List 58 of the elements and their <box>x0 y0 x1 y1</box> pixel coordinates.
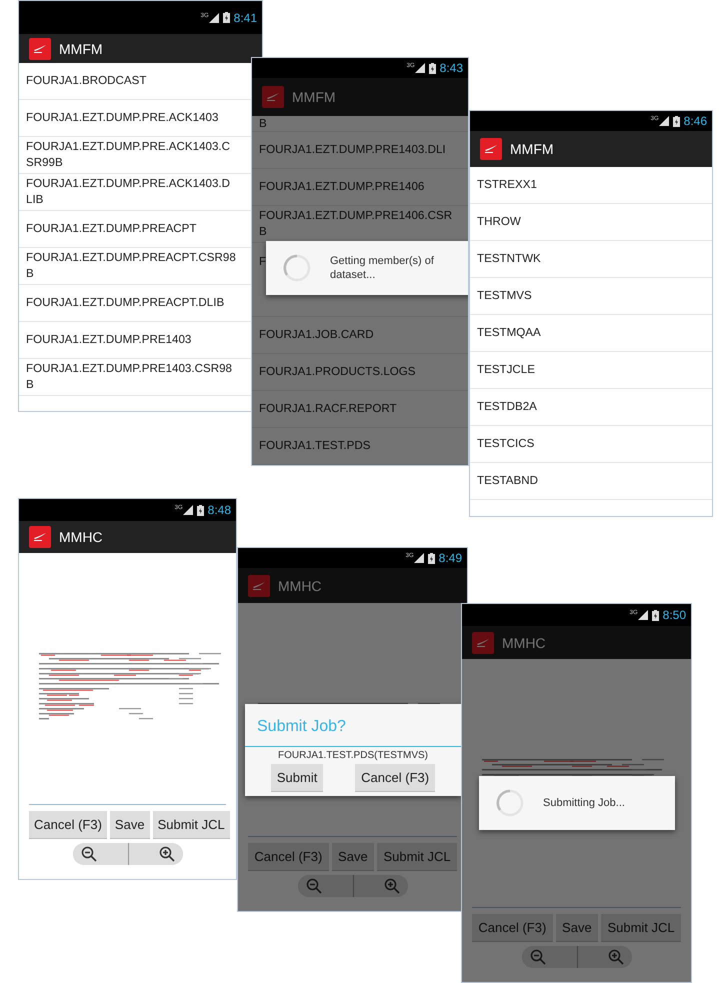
list-item[interactable]: FOURJA1.TEST.PDS <box>252 428 468 465</box>
list-item[interactable]: TESTJCLE <box>470 352 712 389</box>
app-title: MMHC <box>278 578 322 594</box>
app-title: MMFM <box>510 141 554 157</box>
app-logo-icon <box>29 38 51 60</box>
dialog-message: FOURJA1.TEST.PDS(TESTMVS) <box>276 749 429 762</box>
dialog-button[interactable]: Cancel (F3) <box>355 764 436 792</box>
list-item[interactable]: F <box>259 254 266 270</box>
battery-icon <box>672 116 680 126</box>
signal-icon <box>414 63 425 73</box>
list-item[interactable]: THROW <box>470 204 712 241</box>
list-item[interactable]: TESTABND <box>470 463 712 500</box>
zoom-out-icon <box>80 846 96 862</box>
zoom-in-icon <box>608 949 624 965</box>
spinner-icon <box>495 788 525 818</box>
app-logo-icon <box>480 138 502 160</box>
zoom-out-icon <box>306 878 322 894</box>
status-time: 8:48 <box>208 503 231 517</box>
list-item[interactable]: TESTMQAA <box>470 315 712 352</box>
dialog-message: Submitting Job... <box>543 796 625 810</box>
list-item[interactable]: TESTCICS <box>470 426 712 463</box>
battery-icon <box>428 62 436 74</box>
list-item[interactable]: TESTNTWK <box>470 241 712 278</box>
status-time: 8:46 <box>684 114 707 128</box>
status-time: 8:49 <box>438 551 462 565</box>
zoom-in-icon <box>158 846 174 862</box>
action-button[interactable]: Cancel (F3) <box>29 811 107 839</box>
dialog-message: Getting member(s) of dataset... <box>330 254 435 282</box>
list-item[interactable]: TSTREXX1 <box>470 167 712 204</box>
status-time: 8:41 <box>234 10 257 24</box>
dialog-button[interactable]: Submit <box>270 764 324 792</box>
zoom-in-button[interactable] <box>128 843 182 865</box>
app-title: MMFM <box>292 89 336 105</box>
zoom-out-icon <box>530 949 546 965</box>
battery-icon <box>652 610 659 620</box>
signal-icon <box>182 505 193 515</box>
action-button[interactable]: Submit JCL <box>152 811 230 839</box>
action-button[interactable]: Save <box>110 811 150 839</box>
battery-icon <box>428 552 435 564</box>
zoom-in-icon <box>384 878 400 894</box>
app-title: MMFM <box>59 40 103 56</box>
status-time: 8:43 <box>440 61 463 75</box>
list-item[interactable]: TESTMVS <box>470 278 712 315</box>
app-logo-icon <box>472 632 494 654</box>
app-logo-icon <box>262 86 284 108</box>
status-time: 8:50 <box>662 608 686 622</box>
app-logo-icon <box>29 526 51 548</box>
app-title: MMHC <box>502 634 546 650</box>
signal-icon <box>658 116 669 126</box>
app-title: MMHC <box>59 529 103 545</box>
signal-icon <box>414 553 424 563</box>
signal-icon <box>638 610 648 620</box>
battery-icon <box>196 504 204 516</box>
signal-icon <box>208 12 219 22</box>
battery-icon <box>222 12 230 23</box>
list-item[interactable]: TESTDB2A <box>470 389 712 426</box>
spinner-icon <box>282 253 312 283</box>
app-logo-icon <box>248 574 270 596</box>
